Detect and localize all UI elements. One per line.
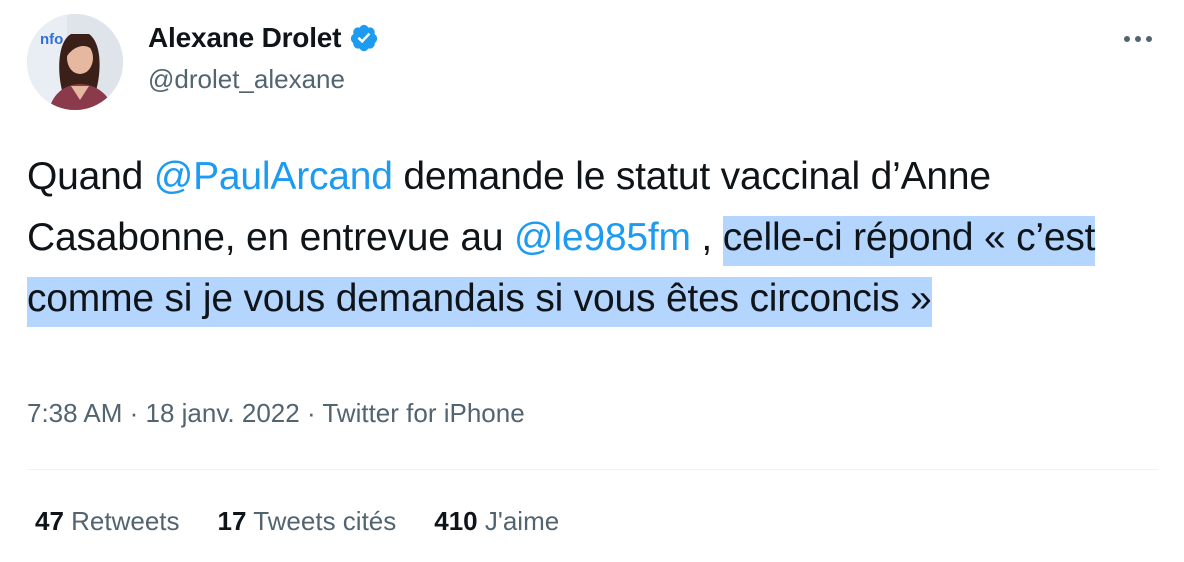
avatar-logo-text: nfo: [40, 31, 63, 48]
tweet-date[interactable]: 18 janv. 2022: [146, 398, 300, 428]
more-horizontal-icon: [1124, 36, 1152, 42]
tweet-time[interactable]: 7:38 AM: [27, 398, 122, 428]
retweets-label: Retweets: [63, 506, 180, 536]
divider: [27, 469, 1159, 470]
author-handle[interactable]: @drolet_alexane: [148, 64, 345, 95]
tweet-text-part: ,: [690, 216, 723, 259]
tweet-stats: 47 Retweets 17 Tweets cités 410 J'aime: [35, 506, 559, 537]
mention-link-le985fm[interactable]: @le985fm: [514, 216, 691, 259]
verified-badge-icon: [349, 23, 379, 53]
quotes-label: Tweets cités: [246, 506, 397, 536]
meta-separator: ·: [122, 398, 146, 428]
likes-stat[interactable]: 410 J'aime: [434, 506, 559, 537]
tweet-meta: 7:38 AM · 18 janv. 2022 · Twitter for iP…: [27, 398, 525, 429]
likes-label: J'aime: [477, 506, 560, 536]
meta-separator: ·: [299, 398, 323, 428]
avatar[interactable]: nfo: [27, 14, 123, 110]
tweet-source[interactable]: Twitter for iPhone: [322, 398, 524, 428]
quotes-count: 17: [217, 506, 247, 536]
author-name-row[interactable]: Alexane Drolet: [148, 22, 379, 54]
quote-tweets-stat[interactable]: 17 Tweets cités: [218, 506, 397, 537]
retweets-stat[interactable]: 47 Retweets: [35, 506, 180, 537]
likes-count: 410: [434, 506, 478, 536]
author-name[interactable]: Alexane Drolet: [148, 22, 341, 54]
more-options-button[interactable]: [1118, 24, 1158, 54]
avatar-photo: nfo: [27, 14, 123, 110]
retweets-count: 47: [35, 506, 64, 536]
tweet-text: Quand @PaulArcand demande le statut vacc…: [27, 146, 1167, 329]
mention-link-paularcand[interactable]: @PaulArcand: [154, 155, 393, 198]
tweet-text-part: Quand: [27, 155, 154, 198]
